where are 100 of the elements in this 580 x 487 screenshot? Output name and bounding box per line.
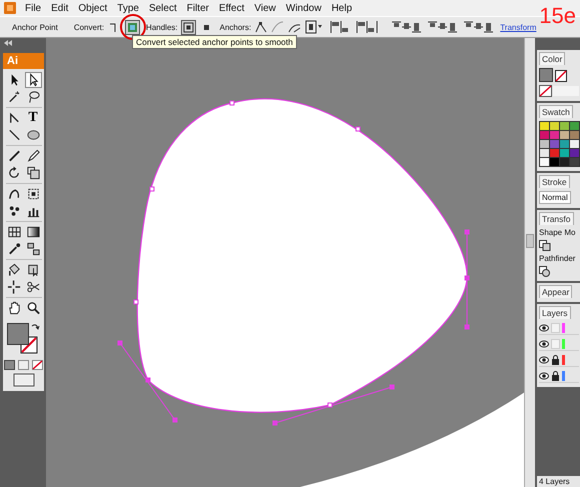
zoom-tool[interactable] (24, 300, 42, 316)
color-swatch[interactable] (570, 122, 579, 130)
layer-row[interactable] (539, 338, 579, 351)
color-swatch[interactable] (550, 131, 559, 139)
menu-item[interactable]: Select (144, 2, 182, 14)
slice-tool[interactable] (6, 279, 22, 295)
color-swatch[interactable] (560, 149, 569, 157)
align-to-dropdown-icon[interactable] (305, 20, 324, 34)
color-swatch[interactable] (570, 131, 579, 139)
convert-label: Convert: (74, 22, 104, 32)
panel-tab[interactable]: Appear (539, 285, 572, 298)
scroll-thumb[interactable] (526, 234, 534, 248)
vertical-scrollbar[interactable] (524, 38, 535, 487)
eye-icon[interactable] (539, 356, 549, 364)
color-swatch[interactable] (560, 140, 569, 148)
menu-item[interactable]: Type (112, 2, 144, 14)
menu-item[interactable]: File (20, 2, 46, 14)
panel-tab[interactable]: Transfo (539, 212, 574, 225)
screen-mode-icon[interactable] (12, 373, 34, 387)
anchors-label: Anchors: (220, 22, 252, 32)
unite-icon[interactable] (539, 240, 551, 251)
align-icon[interactable] (355, 20, 366, 34)
color-swatch[interactable] (550, 149, 559, 157)
gradient-mode-icon[interactable] (18, 360, 29, 370)
color-swatch[interactable] (540, 122, 549, 130)
gradient-tool[interactable] (24, 224, 42, 240)
panel-tab[interactable]: Swatch (539, 105, 573, 118)
stroke-none-icon[interactable] (555, 70, 567, 82)
blend-tool[interactable] (24, 241, 42, 257)
scale-tool[interactable] (24, 165, 42, 181)
menu-item[interactable]: Edit (46, 2, 74, 14)
lock-toggle[interactable] (551, 323, 560, 333)
panel-tab[interactable]: Color (539, 52, 566, 65)
mesh-tool[interactable] (6, 224, 22, 240)
lock-toggle[interactable] (551, 339, 560, 349)
swap-icon[interactable] (30, 323, 40, 332)
align-icon[interactable] (329, 20, 340, 34)
transform-icon (26, 186, 40, 202)
color-swatch[interactable] (560, 158, 569, 166)
remove-anchor-icon[interactable] (254, 20, 268, 34)
layer-row[interactable] (539, 354, 579, 367)
scissors-tool[interactable] (24, 279, 42, 295)
direction-handle[interactable] (272, 384, 394, 426)
hand-icon (6, 300, 22, 316)
fill-swatch[interactable] (539, 68, 553, 82)
direction-handle[interactable] (118, 340, 178, 422)
lock-icon[interactable] (551, 355, 560, 365)
eyedropper-icon (6, 241, 22, 257)
smooth-point-button[interactable] (125, 20, 140, 34)
color-swatch[interactable] (540, 131, 549, 139)
menu-item[interactable]: Object (73, 2, 112, 14)
align-icon[interactable] (411, 20, 422, 34)
divide-icon[interactable] (539, 266, 551, 277)
eye-icon[interactable] (539, 372, 549, 380)
color-swatch[interactable] (550, 140, 559, 148)
menu-item[interactable]: View (249, 2, 281, 14)
panel-tab[interactable]: Layers (539, 306, 571, 319)
menu-item[interactable]: Filter (182, 2, 214, 14)
handles-button[interactable] (180, 20, 196, 34)
color-swatch[interactable] (570, 158, 579, 166)
layer-row[interactable] (539, 370, 579, 383)
color-mode-icon[interactable] (4, 360, 15, 370)
type-tool[interactable]: T (24, 110, 42, 126)
anchor-point[interactable] (230, 100, 234, 106)
blend-mode-dropdown[interactable]: Normal (539, 191, 571, 204)
fill-swatch[interactable] (6, 323, 28, 345)
none-mode-icon[interactable] (32, 360, 43, 370)
gradient-icon (26, 224, 40, 240)
color-ramp-icon[interactable] (539, 85, 579, 97)
menu-item[interactable]: Window (280, 2, 326, 14)
anchor-point[interactable] (134, 300, 138, 304)
scale-icon (26, 165, 40, 181)
menu-item[interactable]: Help (326, 2, 358, 14)
anchor-point[interactable] (150, 186, 154, 192)
eye-icon[interactable] (539, 324, 549, 332)
color-swatch[interactable] (560, 122, 569, 130)
color-swatch[interactable] (540, 158, 549, 166)
align-icon[interactable] (365, 20, 376, 34)
align-icon[interactable] (339, 20, 350, 34)
align-icon[interactable] (483, 20, 494, 34)
eye-icon[interactable] (539, 340, 549, 348)
anchor-point[interactable] (356, 126, 360, 132)
color-swatch[interactable] (550, 122, 559, 130)
hollow-arrow-tool[interactable] (24, 72, 42, 88)
color-swatch[interactable] (560, 131, 569, 139)
collapse-icon[interactable] (3, 40, 13, 46)
color-swatch[interactable] (540, 140, 549, 148)
transform-link[interactable]: Transform (500, 22, 536, 32)
color-swatch[interactable] (540, 149, 549, 157)
color-swatch[interactable] (550, 158, 559, 166)
layer-row[interactable] (539, 322, 579, 335)
color-swatch[interactable] (570, 149, 579, 157)
zoom-icon (26, 300, 40, 316)
panel-tab[interactable]: Stroke (539, 175, 570, 188)
color-swatch[interactable] (570, 140, 579, 148)
align-icon[interactable] (447, 20, 458, 34)
menu-item[interactable]: Effect (214, 2, 250, 14)
step-label: 15e (539, 4, 576, 28)
direction-handle[interactable] (464, 230, 470, 330)
lock-icon[interactable] (551, 371, 560, 381)
